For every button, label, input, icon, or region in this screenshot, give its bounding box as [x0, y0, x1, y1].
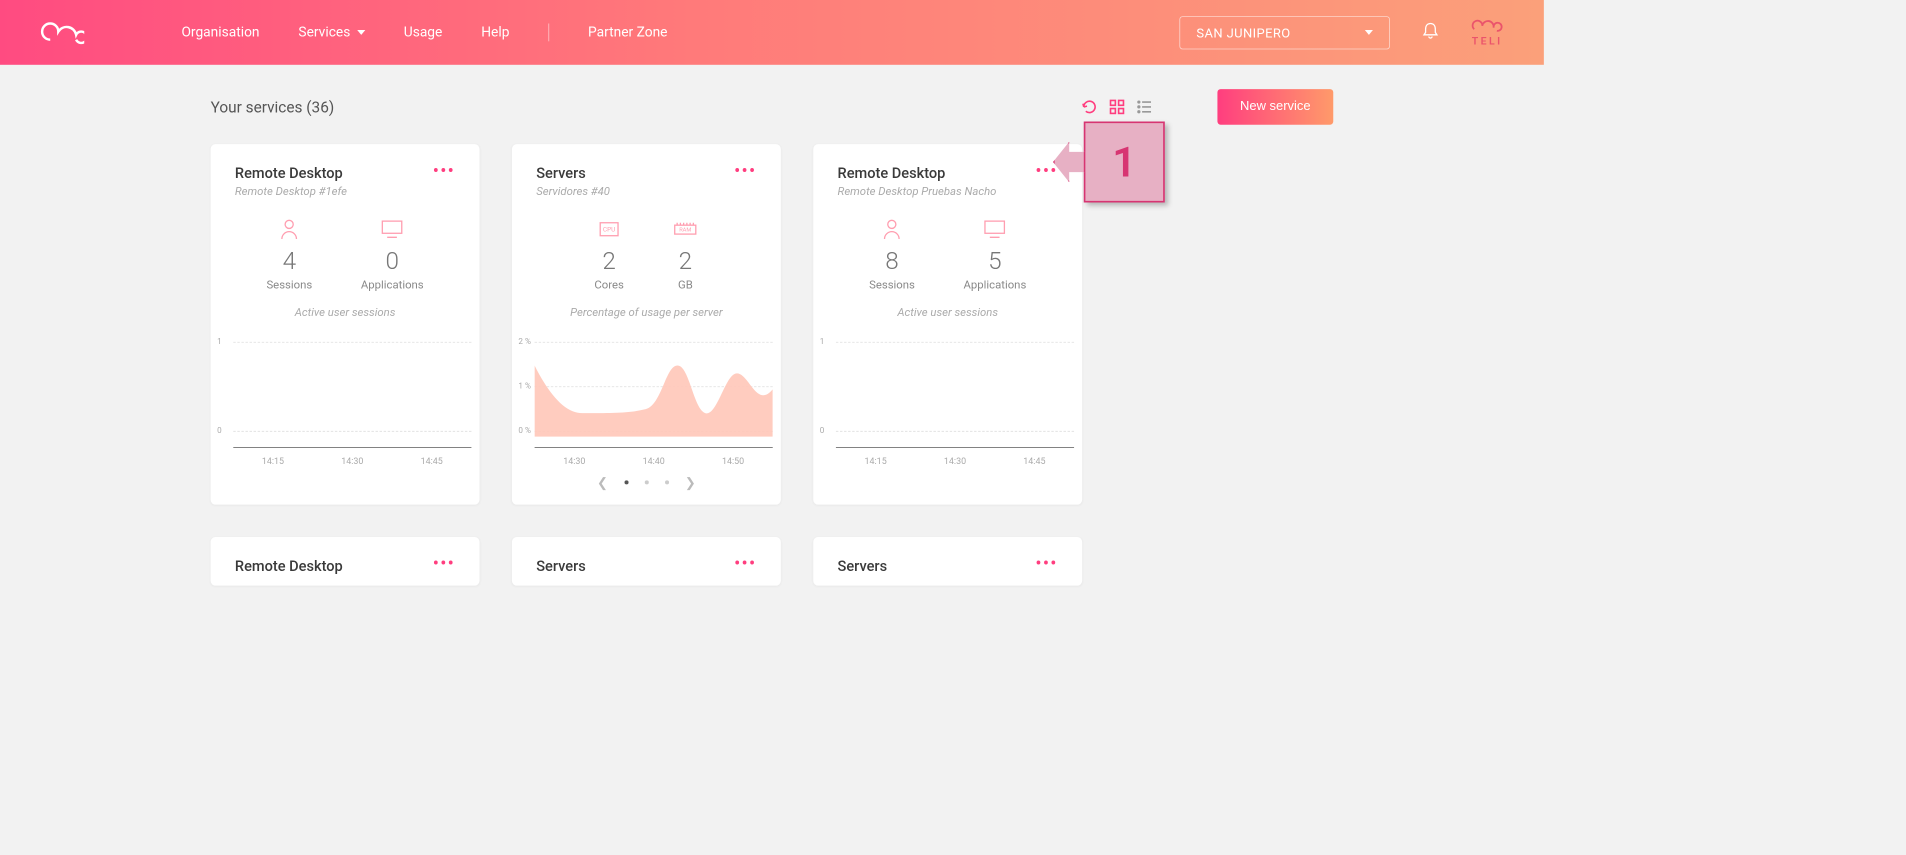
card-menu-button[interactable]: ••• [433, 165, 455, 182]
stat-label: Sessions [869, 279, 915, 292]
card-title: Servers [838, 558, 888, 575]
organisation-selected-label: SAN JUNIPERO [1196, 25, 1290, 40]
card-subtitle: Servidores #40 [512, 185, 781, 198]
ram-icon: RAM [672, 218, 698, 241]
chart-gridline [836, 342, 1074, 343]
card-title: Remote Desktop [235, 558, 343, 575]
card-title: Servers [536, 558, 586, 575]
nav-help[interactable]: Help [481, 24, 509, 40]
stat-label: Applications [963, 279, 1026, 292]
card-title: Servers [536, 165, 586, 182]
stat-block: 4 Sessions [266, 218, 312, 292]
nav-divider [548, 23, 549, 41]
service-card[interactable]: Servers ••• [512, 537, 781, 586]
stat-block: 0 Applications [361, 218, 424, 292]
pager-dot[interactable] [665, 480, 669, 484]
stat-block: CPU 2 Cores [594, 218, 623, 292]
card-subtitle: Remote Desktop Pruebas Nacho [813, 185, 1082, 198]
chart-gridline [233, 431, 471, 432]
list-view-button[interactable] [1136, 99, 1152, 115]
card-caption: Active user sessions [211, 306, 480, 319]
chart-xtick: 14:15 [865, 456, 887, 467]
chevron-left-icon[interactable]: ❮ [597, 475, 608, 490]
nav-services-label: Services [298, 24, 350, 40]
svg-text:CPU: CPU [603, 226, 616, 234]
card-subtitle: Remote Desktop #1efe [211, 185, 480, 198]
chart-area-plot [535, 334, 773, 437]
chart-ytick: 0 [217, 426, 222, 435]
card-caption: Percentage of usage per server [512, 306, 781, 319]
stat-block: 5 Applications [963, 218, 1026, 292]
pager-dot[interactable] [644, 480, 648, 484]
card-menu-button[interactable]: ••• [1036, 165, 1058, 182]
chart-xtick: 14:30 [944, 456, 966, 467]
grid-view-button[interactable] [1109, 99, 1125, 115]
service-card[interactable]: Remote Desktop ••• Remote Desktop Pruebas … [813, 144, 1082, 504]
service-card[interactable]: Remote Desktop ••• Remote Desktop #1efe 4 Se… [211, 144, 480, 504]
chart-ytick: 0 % [518, 426, 531, 435]
chart-xtick: 14:45 [421, 456, 443, 467]
chart-xtick: 14:45 [1023, 456, 1045, 467]
cpu-icon: CPU [594, 218, 623, 241]
stat-value: 2 [594, 247, 623, 275]
monitor-icon [361, 218, 424, 241]
stat-value: 2 [672, 247, 698, 275]
app-header: Organisation Services Usage Help Partner… [0, 0, 1544, 65]
chevron-down-icon [357, 30, 365, 35]
chart-gridline [233, 342, 471, 343]
nav-services[interactable]: Services [298, 24, 364, 40]
stat-block: RAM 2 GB [672, 218, 698, 292]
chart-ytick: 1 [820, 337, 825, 346]
stat-label: Cores [594, 279, 623, 292]
stat-label: GB [672, 279, 698, 292]
stat-value: 4 [266, 247, 312, 275]
card-menu-button[interactable]: ••• [1036, 558, 1058, 575]
chart-xtick: 14:30 [341, 456, 363, 467]
new-service-button[interactable]: New service [1217, 89, 1333, 125]
stat-block: 8 Sessions [869, 218, 915, 292]
card-title: Remote Desktop [235, 165, 343, 182]
service-card[interactable]: Servers ••• Servidores #40 CPU 2 Cores RAM 2 GB P… [512, 144, 781, 504]
service-card[interactable]: Remote Desktop ••• [211, 537, 480, 586]
chart-gridline [836, 431, 1074, 432]
chart-xtick: 14:50 [722, 456, 744, 467]
nav-organisation[interactable]: Organisation [181, 24, 259, 40]
card-caption: Active user sessions [813, 306, 1082, 319]
stat-value: 0 [361, 247, 424, 275]
user-icon [869, 218, 915, 241]
chart-ytick: 0 [820, 426, 825, 435]
chevron-down-icon [1365, 30, 1373, 35]
card-menu-button[interactable]: ••• [734, 558, 756, 575]
refresh-button[interactable] [1081, 99, 1097, 115]
chevron-right-icon[interactable]: ❯ [685, 475, 696, 490]
monitor-icon [963, 218, 1026, 241]
stat-value: 5 [963, 247, 1026, 275]
chart-xtick: 14:15 [262, 456, 284, 467]
brand-logo [41, 17, 85, 48]
organisation-selector[interactable]: SAN JUNIPERO [1179, 16, 1390, 49]
nav-partner-zone[interactable]: Partner Zone [588, 24, 667, 40]
partner-logo: TELI [1471, 17, 1503, 47]
chart-ytick: 1 [217, 337, 222, 346]
card-menu-button[interactable]: ••• [734, 165, 756, 182]
chart-ytick: 1 % [518, 382, 531, 391]
svg-text:RAM: RAM [679, 228, 691, 234]
main-nav: Organisation Services Usage Help Partner… [181, 23, 667, 41]
notifications-button[interactable] [1422, 22, 1438, 43]
chart-xtick: 14:30 [563, 456, 585, 467]
stat-value: 8 [869, 247, 915, 275]
partner-logo-label: TELI [1472, 35, 1503, 47]
stat-label: Applications [361, 279, 424, 292]
chart-xtick: 14:40 [643, 456, 665, 467]
card-title: Remote Desktop [838, 165, 946, 182]
chart-ytick: 2 % [518, 337, 531, 346]
user-icon [266, 218, 312, 241]
page-title: Your services (36) [211, 98, 335, 117]
nav-usage[interactable]: Usage [404, 24, 443, 40]
stat-label: Sessions [266, 279, 312, 292]
service-card[interactable]: Servers ••• [813, 537, 1082, 586]
pager-dot[interactable] [624, 480, 628, 484]
card-menu-button[interactable]: ••• [433, 558, 455, 575]
